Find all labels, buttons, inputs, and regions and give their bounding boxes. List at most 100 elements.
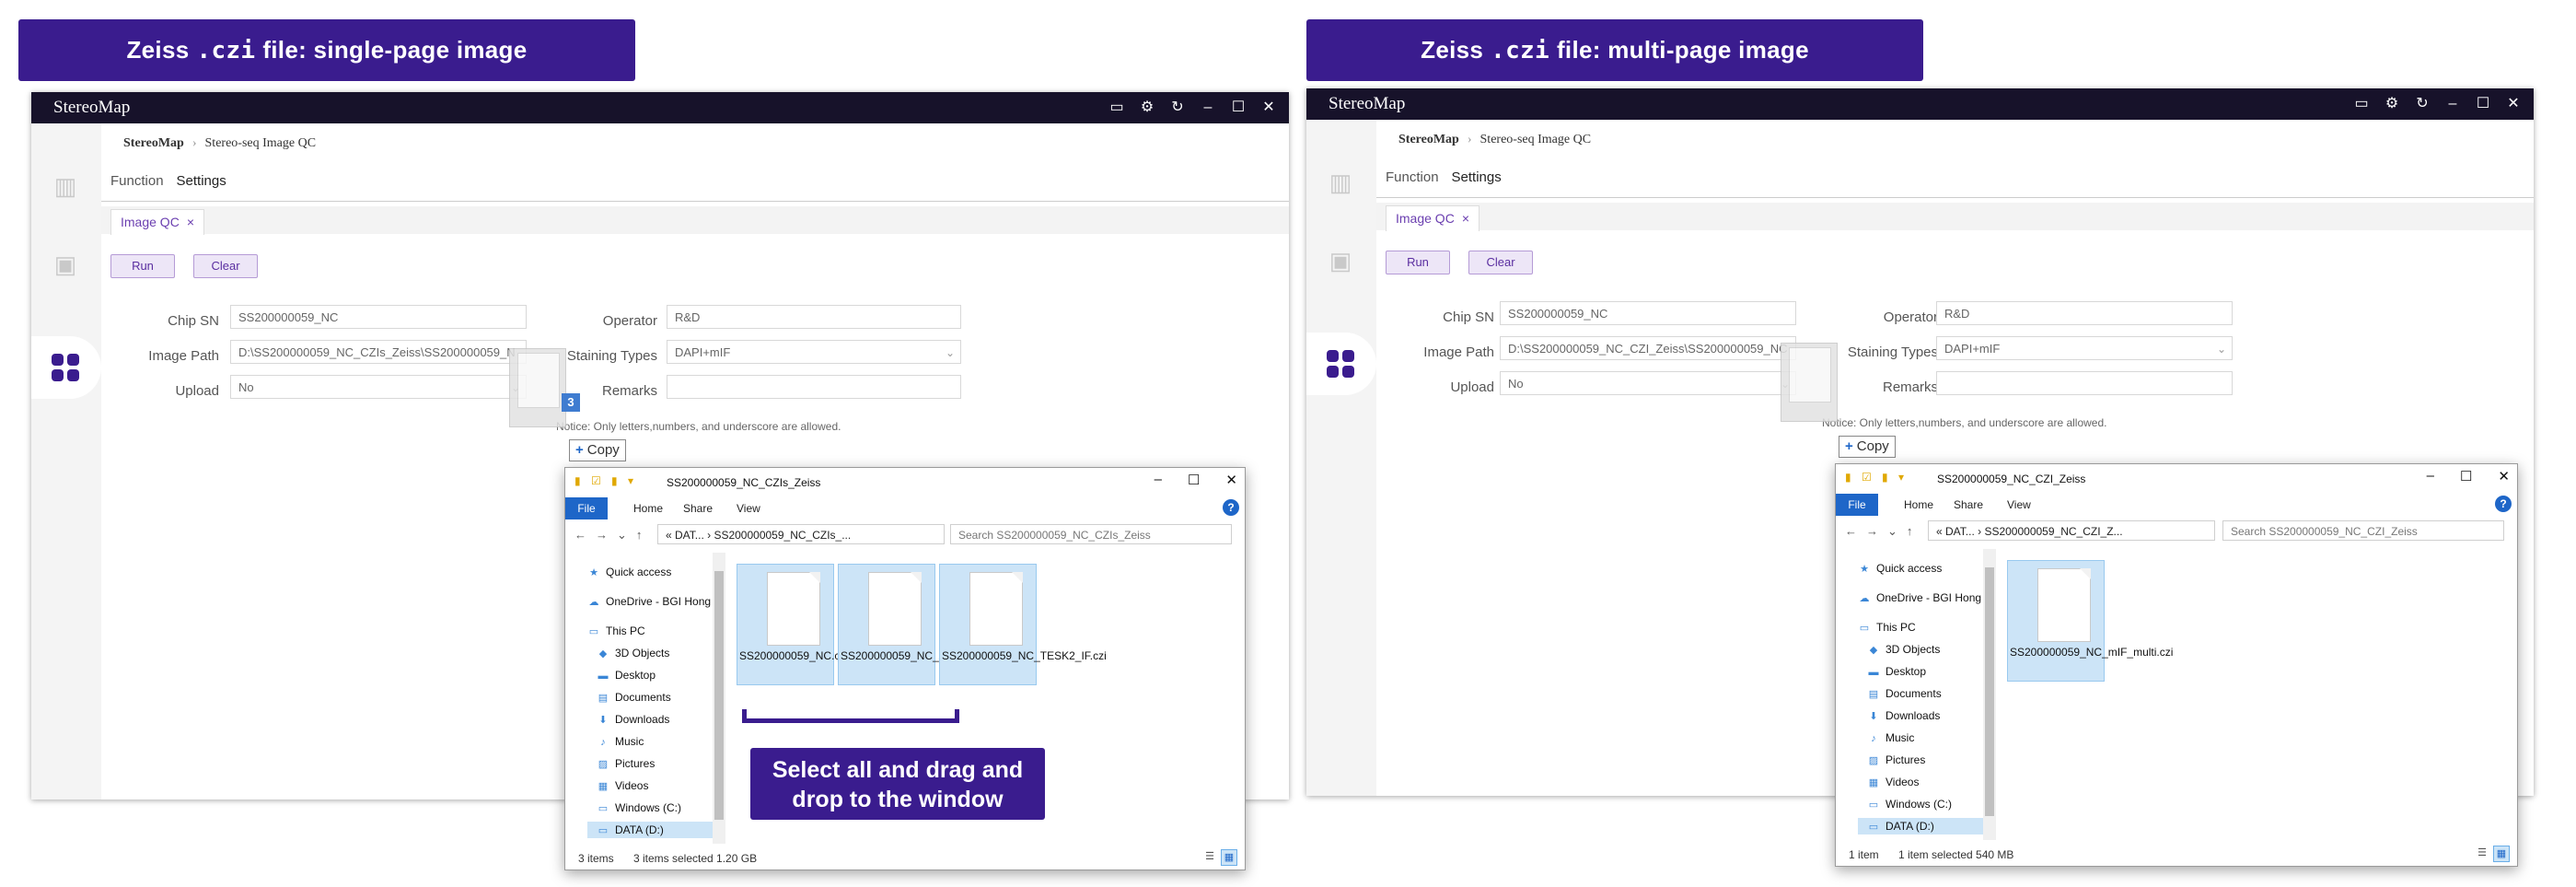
- large-icons-view-icon[interactable]: ▦: [1221, 849, 1237, 866]
- close-button[interactable]: ✕: [2498, 468, 2510, 484]
- breadcrumb-root[interactable]: StereoMap: [1398, 133, 1459, 146]
- file-item[interactable]: SS200000059_NC_mIF_multi.czi: [2007, 560, 2173, 682]
- sidebar-item-apps[interactable]: [31, 336, 101, 399]
- ribbon-view-tab[interactable]: View: [737, 502, 760, 515]
- nav-item-selected[interactable]: ▭ DATA (D:): [1858, 818, 1990, 834]
- address-bar[interactable]: « DAT... › SS200000059_NC_CZI_Z...: [1928, 520, 2215, 541]
- nav-item[interactable]: ☁ OneDrive - BGI Hong: [587, 595, 712, 608]
- close-icon[interactable]: ×: [1462, 211, 1469, 226]
- help-icon[interactable]: ?: [1223, 499, 1239, 516]
- nav-item[interactable]: ♪ Music: [1867, 731, 1914, 744]
- nav-item[interactable]: ♪ Music: [597, 735, 644, 748]
- nav-item[interactable]: ▭ This PC: [1858, 621, 1916, 634]
- chip-sn-field[interactable]: SS200000059_NC: [230, 305, 527, 329]
- map-icon[interactable]: ▥: [1325, 169, 1356, 196]
- image-icon[interactable]: ▣: [1325, 247, 1356, 274]
- minimize-button[interactable]: –: [2442, 94, 2464, 114]
- staining-types-select[interactable]: DAPI+mIF ⌄: [1936, 336, 2233, 360]
- nav-item[interactable]: ▬ Desktop: [1867, 665, 1927, 678]
- details-view-icon[interactable]: ☰: [1202, 849, 1217, 864]
- ribbon-home-tab[interactable]: Home: [1904, 498, 1933, 511]
- run-button[interactable]: Run: [1386, 251, 1450, 274]
- nav-arrows-icon[interactable]: ←→⌄↑: [1845, 524, 1921, 539]
- operator-field[interactable]: R&D: [1936, 301, 2233, 325]
- menu-function[interactable]: Function: [110, 173, 164, 189]
- scrollbar[interactable]: [713, 553, 725, 844]
- ribbon-file-tab[interactable]: File: [1836, 494, 1878, 516]
- refresh-icon[interactable]: ↻: [1166, 98, 1189, 118]
- nav-item[interactable]: ⬇ Downloads: [1867, 709, 1940, 722]
- maximize-button[interactable]: ☐: [2472, 94, 2494, 114]
- details-view-icon[interactable]: ☰: [2475, 846, 2489, 860]
- nav-item[interactable]: ◆ 3D Objects: [1867, 643, 1941, 656]
- nav-item[interactable]: ▦ Videos: [597, 779, 649, 792]
- upload-select[interactable]: No⌄: [230, 375, 527, 399]
- nav-item[interactable]: ▬ Desktop: [597, 669, 656, 682]
- nav-item[interactable]: ▨ Pictures: [1867, 753, 1926, 766]
- minimize-button[interactable]: –: [1155, 472, 1162, 488]
- file-item[interactable]: SS200000059_NC_TESK2_IF.czi: [939, 564, 1107, 685]
- maximize-button[interactable]: ☐: [2460, 468, 2472, 484]
- nav-arrows-icon[interactable]: ←→⌄↑: [574, 528, 651, 543]
- close-button[interactable]: ✕: [2502, 94, 2524, 114]
- ribbon-share-tab[interactable]: Share: [683, 502, 713, 515]
- nav-item-selected[interactable]: ▭ DATA (D:): [587, 822, 720, 838]
- nav-item[interactable]: ▦ Videos: [1867, 776, 1920, 788]
- chip-sn-field[interactable]: SS200000059_NC: [1500, 301, 1796, 325]
- remarks-field[interactable]: [1936, 371, 2233, 395]
- remarks-field[interactable]: [667, 375, 961, 399]
- scrollbar[interactable]: [1983, 549, 1996, 840]
- clear-button[interactable]: Clear: [193, 254, 258, 278]
- nav-item[interactable]: ▭ This PC: [587, 624, 645, 637]
- nav-item[interactable]: ▤ Documents: [597, 691, 671, 704]
- image-icon[interactable]: ▣: [50, 251, 81, 278]
- close-icon[interactable]: ×: [187, 215, 194, 229]
- nav-item[interactable]: ▭ Windows (C:): [597, 801, 681, 814]
- nav-item[interactable]: ▭ Windows (C:): [1867, 798, 1952, 811]
- image-path-field[interactable]: D:\SS200000059_NC_CZI_Zeiss\SS200000059_…: [1500, 336, 1796, 360]
- breadcrumb-root[interactable]: StereoMap: [123, 136, 184, 150]
- nav-item[interactable]: ★ Quick access: [587, 566, 671, 578]
- nav-item[interactable]: ⬇ Downloads: [597, 713, 669, 726]
- clear-button[interactable]: Clear: [1468, 251, 1533, 274]
- tab-image-qc[interactable]: Image QC ×: [110, 209, 204, 235]
- close-button[interactable]: ✕: [1225, 472, 1237, 488]
- nav-item[interactable]: ▨ Pictures: [597, 757, 656, 770]
- minimize-button[interactable]: –: [2427, 468, 2434, 484]
- nav-item[interactable]: ◆ 3D Objects: [597, 647, 670, 659]
- operator-field[interactable]: R&D: [667, 305, 961, 329]
- tab-image-qc[interactable]: Image QC ×: [1386, 205, 1479, 231]
- menu-settings[interactable]: Settings: [177, 173, 226, 189]
- run-button[interactable]: Run: [110, 254, 175, 278]
- refresh-icon[interactable]: ↻: [2411, 94, 2433, 114]
- help-icon[interactable]: ?: [2495, 496, 2512, 512]
- sidebar-item-apps[interactable]: [1306, 333, 1376, 395]
- gear-icon[interactable]: ⚙: [2381, 94, 2403, 114]
- folder-icon[interactable]: ▭: [2350, 94, 2373, 114]
- search-input[interactable]: Search SS200000059_NC_CZI_Zeiss: [2222, 520, 2504, 541]
- nav-item[interactable]: ▤ Documents: [1867, 687, 1942, 700]
- ribbon-home-tab[interactable]: Home: [633, 502, 663, 515]
- ribbon-share-tab[interactable]: Share: [1954, 498, 1983, 511]
- ribbon-view-tab[interactable]: View: [2007, 498, 2031, 511]
- address-bar[interactable]: « DAT... › SS200000059_NC_CZIs_...: [657, 524, 945, 544]
- menu-function[interactable]: Function: [1386, 169, 1439, 185]
- image-path-field[interactable]: D:\SS200000059_NC_CZIs_Zeiss\SS200000059…: [230, 340, 527, 364]
- file-item[interactable]: SS200000059_NC.czi: [737, 564, 848, 685]
- ribbon-file-tab[interactable]: File: [565, 497, 608, 519]
- large-icons-view-icon[interactable]: ▦: [2493, 846, 2510, 862]
- folder-icon[interactable]: ▭: [1106, 98, 1128, 118]
- maximize-button[interactable]: ☐: [1188, 472, 1200, 488]
- minimize-button[interactable]: –: [1197, 98, 1219, 118]
- menu-settings[interactable]: Settings: [1452, 169, 1502, 185]
- nav-item[interactable]: ☁ OneDrive - BGI Hong: [1858, 591, 1982, 604]
- close-button[interactable]: ✕: [1258, 98, 1280, 118]
- file-item[interactable]: SS200000059_NC_AKAP3_IF.czi: [838, 564, 1005, 685]
- staining-types-select[interactable]: DAPI+mIF ⌄: [667, 340, 961, 364]
- upload-select[interactable]: No⌄: [1500, 371, 1796, 395]
- search-input[interactable]: Search SS200000059_NC_CZIs_Zeiss: [950, 524, 1232, 544]
- maximize-button[interactable]: ☐: [1227, 98, 1249, 118]
- gear-icon[interactable]: ⚙: [1136, 98, 1158, 118]
- map-icon[interactable]: ▥: [50, 172, 81, 200]
- nav-item[interactable]: ★ Quick access: [1858, 562, 1942, 575]
